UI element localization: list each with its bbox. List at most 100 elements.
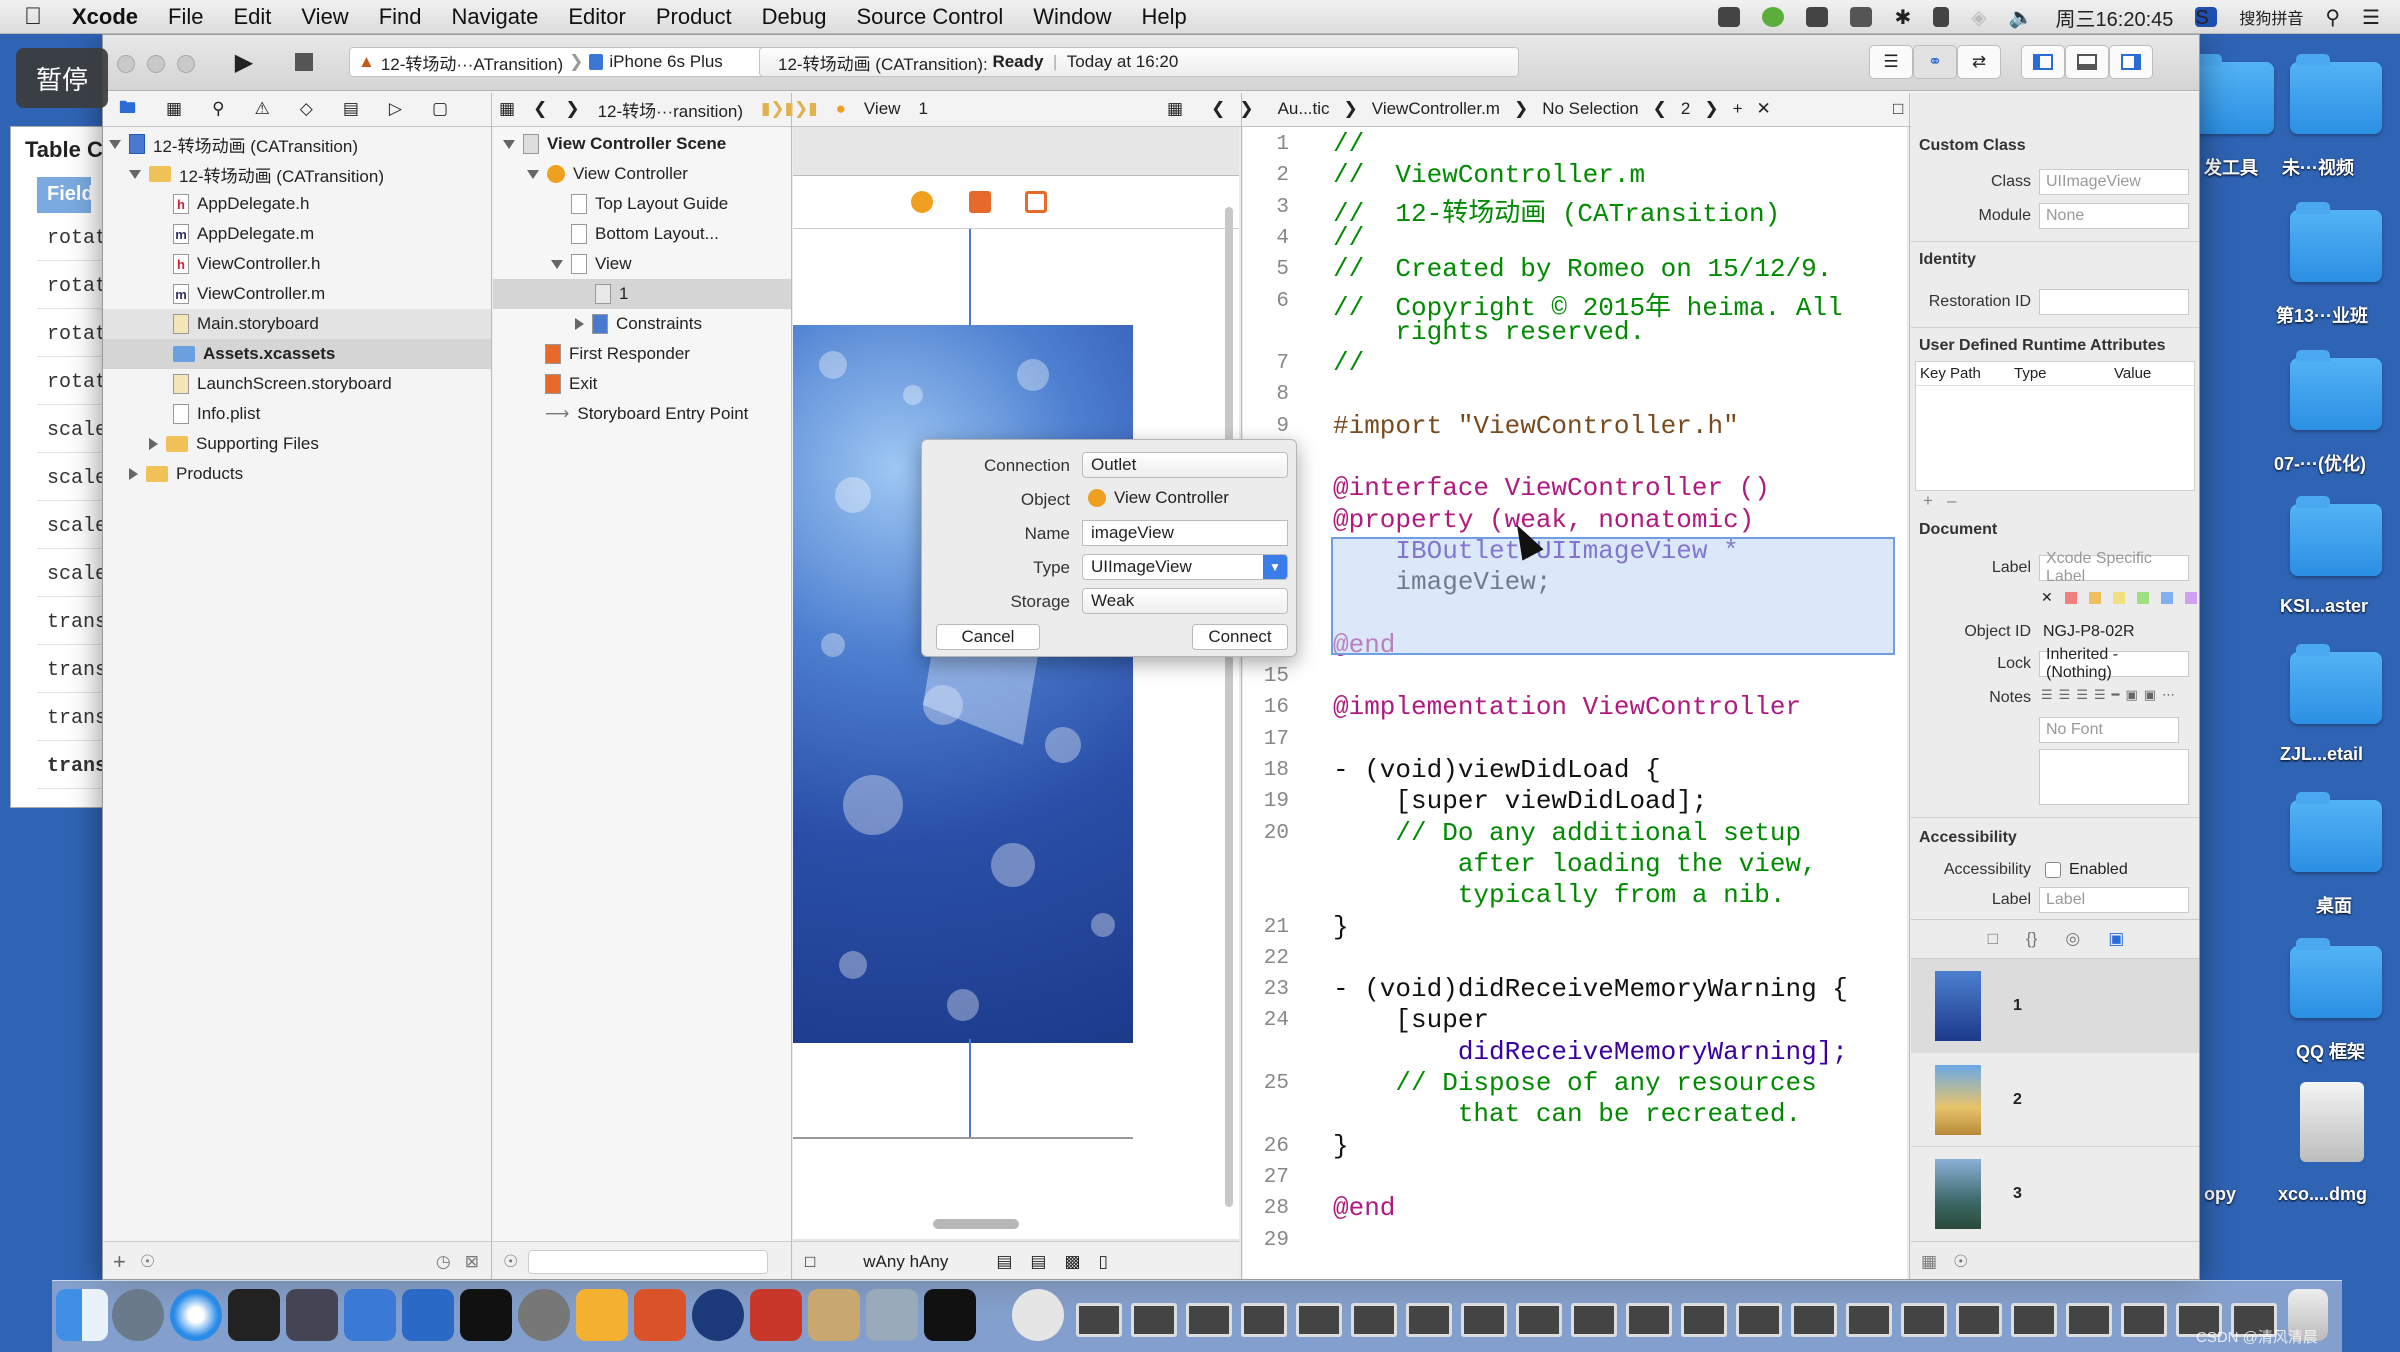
desktop-folder[interactable] <box>2290 202 2382 282</box>
code-line[interactable]: // 12-转场动画 (CATransition) <box>1333 192 1780 229</box>
warning-icon[interactable]: ⚠ <box>255 99 270 119</box>
canvas-vscroll[interactable] <box>1225 207 1233 1207</box>
cancel-button[interactable]: Cancel <box>936 624 1040 650</box>
minimized-window-thumbnail[interactable] <box>1186 1303 1232 1337</box>
resolve-icon[interactable]: ▯ <box>1099 1252 1108 1272</box>
folder-icon[interactable]: 🖿 <box>119 95 136 124</box>
code-line[interactable]: didReceiveMemoryWarning]; <box>1333 1037 1848 1067</box>
menu-file[interactable]: File <box>168 4 203 30</box>
nav-group[interactable]: Products <box>103 459 491 489</box>
menu-editor[interactable]: Editor <box>568 4 625 30</box>
code-line[interactable]: - (void)didReceiveMemoryWarning { <box>1333 974 1848 1004</box>
tools-icon[interactable] <box>402 1289 454 1341</box>
menu-app[interactable]: Xcode <box>72 4 138 30</box>
table-row[interactable]: transla <box>37 741 131 789</box>
menu-view[interactable]: View <box>301 4 348 30</box>
table-row[interactable]: scale <box>37 405 107 453</box>
code-snippet-icon[interactable]: {} <box>2026 929 2037 949</box>
media-library-icon[interactable]: ▣ <box>2108 929 2124 949</box>
outline-image-view[interactable]: 1 <box>493 279 791 309</box>
volume-icon[interactable]: 🔈 <box>2009 5 2034 30</box>
breadcrumb-file[interactable]: ViewController.m <box>1372 99 1500 119</box>
align-center-icon[interactable]: ☰ <box>2059 687 2071 703</box>
debug-icon[interactable]: ▤ <box>343 99 359 119</box>
spacing-icon[interactable]: ━ <box>2112 687 2120 703</box>
minimized-window-thumbnail[interactable] <box>1736 1303 1782 1337</box>
module-field[interactable]: None <box>2039 203 2189 229</box>
xcode-icon[interactable] <box>344 1289 396 1341</box>
desktop-folder[interactable] <box>2290 938 2382 1018</box>
minimized-window-thumbnail[interactable] <box>2121 1303 2167 1337</box>
code-line[interactable]: that can be recreated. <box>1333 1099 1801 1129</box>
connect-button[interactable]: Connect <box>1192 624 1288 650</box>
toggle-debug-button[interactable] <box>2065 45 2109 79</box>
ime-icon[interactable]: S <box>2195 7 2218 29</box>
system-preferences-icon[interactable] <box>518 1289 570 1341</box>
code-line[interactable]: } <box>1333 912 1349 942</box>
minimized-window-thumbnail[interactable] <box>1626 1303 1672 1337</box>
file-inspector-icon[interactable]: □ <box>1893 99 1903 119</box>
table-row[interactable]: rotat <box>37 261 107 309</box>
camera-icon[interactable] <box>1806 7 1829 27</box>
code-line[interactable]: typically from a nib. <box>1333 880 1786 910</box>
desktop-folder[interactable] <box>2290 644 2382 724</box>
nav-file[interactable]: m ViewController.m <box>103 279 491 309</box>
outline-constraints[interactable]: Constraints <box>493 309 791 339</box>
outline-view-controller[interactable]: View Controller <box>493 159 791 189</box>
minimized-window-thumbnail[interactable] <box>1956 1303 2002 1337</box>
outline-bottom-guide[interactable]: Bottom Layout... <box>493 219 791 249</box>
minimized-window-thumbnail[interactable] <box>1681 1303 1727 1337</box>
safari-icon[interactable] <box>170 1289 222 1341</box>
wifi-icon[interactable]: ◈ <box>1971 5 1986 30</box>
minimized-window-thumbnail[interactable] <box>1901 1303 1947 1337</box>
menu-source-control[interactable]: Source Control <box>857 4 1004 30</box>
console-icon[interactable] <box>924 1289 976 1341</box>
ime-label[interactable]: 搜狗拼音 <box>2239 5 2303 29</box>
wechat-icon[interactable] <box>1762 7 1785 27</box>
preview-icon[interactable] <box>866 1289 918 1341</box>
filter-icon[interactable]: ☉ <box>503 1252 518 1272</box>
code-line[interactable]: - (void)viewDidLoad { <box>1333 755 1661 785</box>
lock-icon[interactable] <box>1933 7 1950 27</box>
combo-arrow-icon[interactable]: ▼ <box>1263 555 1287 579</box>
canvas-scrollbar[interactable] <box>933 1219 1019 1229</box>
minimized-window-thumbnail[interactable] <box>1241 1303 1287 1337</box>
menu-debug[interactable]: Debug <box>762 4 827 30</box>
align-right-icon[interactable]: ☰ <box>2076 687 2088 703</box>
recent-icon[interactable]: ◷ <box>436 1252 451 1272</box>
clear-color-icon[interactable]: ✕ <box>2041 589 2053 606</box>
library-item[interactable]: 2 <box>1911 1053 2199 1147</box>
outline-top-guide[interactable]: Top Layout Guide <box>493 189 791 219</box>
add-attribute-icon[interactable]: + <box>1923 491 1933 511</box>
airplane-icon[interactable] <box>1850 7 1873 27</box>
test-icon[interactable]: ◇ <box>300 99 313 119</box>
outline-scene[interactable]: View Controller Scene <box>493 129 791 159</box>
code-line[interactable]: @property (weak, nonatomic) <box>1333 505 1754 535</box>
color-swatch[interactable] <box>2160 591 2173 604</box>
toggle-navigator-button[interactable] <box>2021 45 2065 79</box>
desktop-folder[interactable] <box>2290 496 2382 576</box>
table-row[interactable]: trans <box>37 645 107 693</box>
color-swatch[interactable] <box>2184 591 2197 604</box>
minimized-window-thumbnail[interactable] <box>1131 1303 1177 1337</box>
search-icon[interactable]: ⚲ <box>2325 5 2340 30</box>
apple-icon[interactable]:  <box>24 3 42 31</box>
code-line[interactable]: // <box>1333 129 1364 159</box>
nav-project[interactable]: 12-转场动画 (CATransition) <box>103 129 491 159</box>
code-line[interactable]: // ViewController.m <box>1333 160 1645 190</box>
code-line[interactable]: // <box>1333 348 1364 378</box>
bluetooth-icon[interactable]: ✱ <box>1894 5 1911 30</box>
menu-window[interactable]: Window <box>1033 4 1111 30</box>
minimized-window-thumbnail[interactable] <box>1296 1303 1342 1337</box>
vc-dock-icon[interactable] <box>911 191 933 213</box>
align-icon[interactable]: ▤ <box>1030 1252 1046 1272</box>
stop-button[interactable] <box>281 45 327 79</box>
nav-file[interactable]: h ViewController.h <box>103 249 491 279</box>
table-row[interactable]: scale <box>37 501 107 549</box>
pause-button[interactable]: 暂停 <box>16 48 108 108</box>
lock-select[interactable]: Inherited - (Nothing) <box>2039 646 2189 681</box>
run-button[interactable]: ▶ <box>221 45 267 79</box>
scm-icon[interactable]: ⊠ <box>465 1252 479 1272</box>
nav-file[interactable]: m AppDelegate.m <box>103 219 491 249</box>
remove-attribute-icon[interactable]: – <box>1947 491 1956 511</box>
